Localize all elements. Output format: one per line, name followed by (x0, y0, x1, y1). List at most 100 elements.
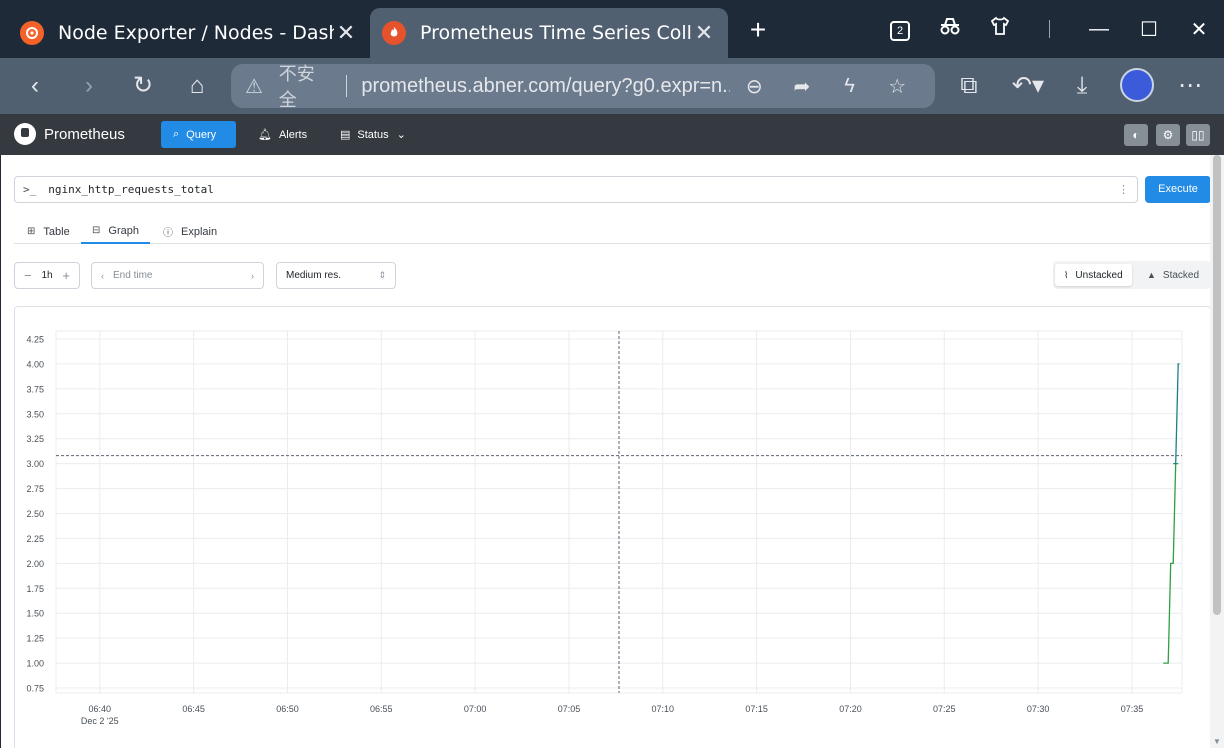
scroll-down-icon[interactable]: ▼ (1212, 737, 1222, 746)
expression-input[interactable]: >_ nginx_http_requests_total ⋮ (14, 176, 1138, 203)
line-chart-icon: ⌇ (1064, 269, 1069, 280)
prometheus-logo-icon (14, 123, 36, 145)
tab-graph[interactable]: ⊟ Graph (81, 219, 150, 244)
forward-icon[interactable]: › (71, 70, 107, 102)
incognito-icon[interactable] (925, 17, 975, 41)
y-tick-label: 1.25 (26, 634, 44, 644)
refresh-icon[interactable]: ↻ (125, 70, 161, 102)
download-icon[interactable]: ⤓ (1064, 70, 1100, 102)
range-stepper[interactable]: − 1h + (14, 262, 80, 289)
x-tick-label: 07:35 (1121, 704, 1144, 714)
docs-book-icon[interactable]: ▯▯ (1186, 124, 1210, 146)
query-page: >_ nginx_http_requests_total ⋮ Execute ⊞… (1, 155, 1211, 748)
end-time-placeholder: End time (113, 270, 153, 281)
stacked-button[interactable]: ▲ Stacked (1138, 264, 1208, 286)
time-series-chart[interactable]: 0.75 1.00 1.25 1.50 1.75 2.00 2.25 2.50 2.75 3.00… (15, 307, 1210, 748)
divider (346, 75, 348, 97)
y-tick-label: 4.00 (26, 359, 44, 369)
end-time-picker[interactable]: ‹ End time › (91, 262, 264, 289)
zoom-out-icon[interactable]: ⊖ (730, 74, 778, 99)
result-tabs: ⊞ Table ⊟ Graph ⓘ Explain (14, 219, 1211, 244)
new-tab-button[interactable]: + (742, 14, 774, 46)
search-icon: ⌕ (173, 128, 180, 140)
warning-icon: ⚠ (245, 75, 263, 98)
server-icon: ▤ (340, 129, 351, 141)
browser-tab-prometheus[interactable]: Prometheus Time Series Collect ✕ (370, 8, 728, 58)
y-tick-label: 3.50 (26, 409, 44, 419)
tab-title: Prometheus Time Series Collect (420, 22, 692, 44)
lightning-icon[interactable]: ϟ (826, 75, 874, 98)
bell-icon: 🔔︎ (258, 129, 272, 141)
resolution-select[interactable]: Medium res. ⇕ (276, 262, 396, 289)
minus-icon[interactable]: − (24, 268, 32, 283)
y-tick-label: 4.25 (26, 334, 44, 344)
close-icon[interactable]: ✕ (334, 20, 358, 46)
info-icon: ⓘ (163, 228, 173, 239)
plus-icon[interactable]: + (62, 268, 70, 283)
theme-toggle-icon[interactable]: ◐ (1124, 124, 1148, 146)
nav-status[interactable]: ▤ Status ⌄ (328, 121, 418, 148)
chevron-right-icon[interactable]: › (251, 271, 254, 281)
y-tick-label: 1.75 (26, 584, 44, 594)
resolution-value: Medium res. (286, 270, 342, 281)
prometheus-flame-icon (382, 21, 406, 45)
chevron-left-icon[interactable]: ‹ (101, 271, 104, 281)
nav-alerts[interactable]: 🔔︎ Alerts (246, 121, 319, 148)
graph-panel: 0.75 1.00 1.25 1.50 1.75 2.00 2.25 2.50 2.75 3.00… (14, 306, 1211, 748)
shirt-icon[interactable] (975, 16, 1025, 42)
y-tick-label: 2.25 (26, 534, 44, 544)
table-icon: ⊞ (27, 226, 36, 237)
y-tick-label: 0.75 (26, 684, 44, 694)
x-tick-label: 07:00 (464, 704, 487, 714)
page-scrollbar[interactable]: ▼ (1210, 155, 1224, 748)
tab-graph-label: Graph (108, 224, 139, 237)
minimize-icon[interactable]: — (1074, 18, 1124, 41)
tab-count-icon[interactable]: 2 (875, 17, 925, 41)
nav-alerts-label: Alerts (278, 128, 308, 141)
share-icon[interactable]: ➦ (778, 74, 826, 99)
more-menu-icon[interactable]: ⋯ (1172, 70, 1208, 102)
brand[interactable]: Prometheus (14, 123, 125, 145)
home-icon[interactable]: ⌂ (179, 70, 215, 102)
close-window-icon[interactable]: ✕ (1174, 17, 1224, 42)
extensions-icon[interactable]: ⧉ (951, 70, 987, 102)
tab-title: Node Exporter / Nodes - Dashb (58, 22, 334, 44)
y-tick-label: 3.25 (26, 434, 44, 444)
y-tick-label: 2.50 (26, 509, 44, 519)
x-tick-label: 07:25 (933, 704, 956, 714)
browser-toolbar: ‹ › ↻ ⌂ ⚠ 不安全 prometheus.abner.com/query… (0, 58, 1224, 114)
settings-gear-icon[interactable]: ⚙ (1156, 124, 1180, 146)
execute-button[interactable]: Execute (1145, 176, 1211, 203)
url-text[interactable]: prometheus.abner.com/query?g0.expr=n... (361, 75, 730, 98)
close-icon[interactable]: ✕ (692, 20, 716, 46)
chevron-down-icon: ⌄ (396, 129, 406, 141)
expression-menu-icon[interactable]: ⋮ (1118, 183, 1129, 196)
x-tick-date-label: Dec 2 '25 (81, 716, 119, 726)
tab-table[interactable]: ⊞ Table (16, 219, 81, 244)
x-tick-label: 06:55 (370, 704, 393, 714)
terminal-prompt-icon: >_ (23, 183, 37, 196)
scrollbar-thumb[interactable] (1213, 155, 1221, 615)
x-tick-label: 07:20 (839, 704, 862, 714)
brand-name: Prometheus (44, 125, 125, 143)
area-chart-icon: ▲ (1147, 270, 1156, 280)
avatar[interactable] (1120, 68, 1154, 102)
address-bar[interactable]: ⚠ 不安全 prometheus.abner.com/query?g0.expr… (231, 64, 935, 111)
nav-status-label: Status (357, 128, 389, 141)
x-tick-label: 07:10 (652, 704, 675, 714)
maximize-icon[interactable]: ☐ (1124, 17, 1174, 42)
nav-query[interactable]: ⌕ Query (161, 121, 236, 148)
tab-explain[interactable]: ⓘ Explain (152, 219, 228, 244)
back-icon[interactable]: ‹ (17, 70, 53, 102)
expression-text[interactable]: nginx_http_requests_total (48, 183, 1118, 196)
y-tick-label: 3.75 (26, 384, 44, 394)
x-tick-label: 07:05 (558, 704, 581, 714)
favorite-star-icon[interactable]: ☆ (873, 74, 921, 99)
chevron-updown-icon: ⇕ (378, 270, 386, 280)
browser-tab-node-exporter[interactable]: Node Exporter / Nodes - Dashb ✕ (8, 8, 370, 58)
undo-menu-icon[interactable]: ↶▾ (1006, 70, 1050, 102)
stack-mode-toggle: ⌇ Unstacked ▲ Stacked (1053, 261, 1211, 289)
tab-explain-label: Explain (181, 225, 218, 238)
x-tick-label: 07:15 (745, 704, 768, 714)
unstacked-button[interactable]: ⌇ Unstacked (1055, 264, 1132, 286)
